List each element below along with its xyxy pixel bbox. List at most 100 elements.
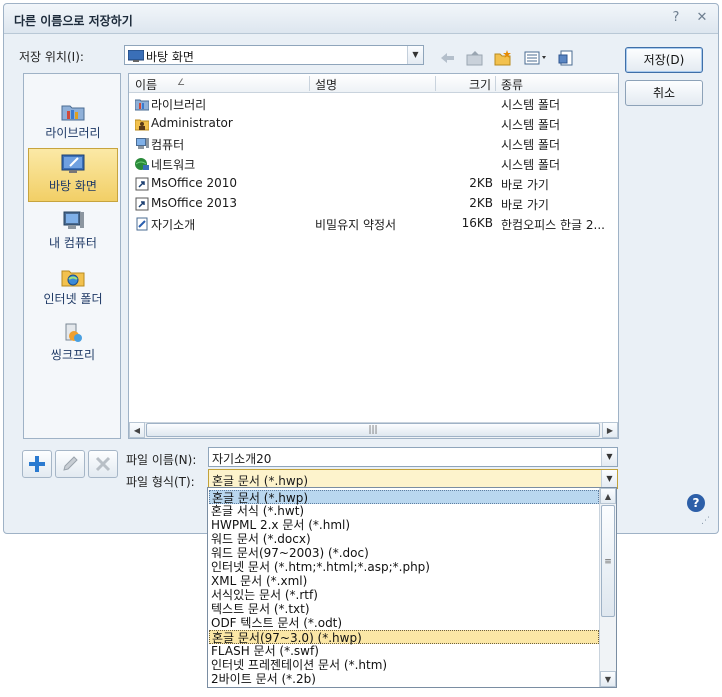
plus-icon (29, 456, 45, 472)
column-size[interactable]: 크기 (469, 76, 491, 93)
place-label: 라이브러리 (45, 126, 101, 140)
place-label: 내 컴퓨터 (49, 236, 97, 250)
filetype-option[interactable]: 인터넷 문서 (*.htm;*.html;*.asp;*.php) (209, 560, 599, 574)
help-icon[interactable]: ? (668, 10, 684, 26)
file-name: MsOffice 2013 (151, 196, 237, 210)
hwp-file-icon (136, 217, 148, 231)
file-row[interactable]: MsOffice 2013 2KB 바로 가기 (133, 194, 617, 214)
chevron-down-icon[interactable]: ▼ (601, 470, 617, 488)
place-thinkfree[interactable]: 씽크프리 (28, 318, 118, 372)
file-name: 네트워크 (151, 158, 196, 172)
vertical-scrollbar[interactable]: ▲ ≡ ▼ (599, 488, 616, 687)
filetype-option[interactable]: 워드 문서(97~2003) (*.doc) (209, 546, 599, 560)
filetype-option[interactable]: XML 문서 (*.xml) (209, 574, 599, 588)
shortcut-icon (135, 177, 149, 191)
user-folder-icon (135, 119, 149, 131)
file-list-header: 이름 ∠ 설명 크기 종류 (129, 74, 618, 93)
delete-icon (95, 456, 111, 472)
up-folder-icon[interactable] (465, 48, 485, 68)
filetype-option[interactable]: FLASH 문서 (*.swf) (209, 644, 599, 658)
title-bar: 다른 이름으로 저장하기 ? ✕ (4, 4, 718, 34)
filename-label: 파일 이름(N): (126, 453, 197, 467)
file-row[interactable]: MsOffice 2010 2KB 바로 가기 (133, 174, 617, 194)
close-icon[interactable]: ✕ (694, 10, 710, 26)
computer-icon (63, 211, 84, 229)
resize-grip-icon[interactable]: ⋰ (701, 516, 710, 526)
file-size: 2KB (469, 176, 493, 190)
save-button[interactable]: 저장(D) (625, 47, 703, 73)
filetype-option[interactable]: 혼글 서식 (*.hwt) (209, 504, 599, 518)
filetype-combo[interactable]: 혼글 문서 (*.hwp) ▼ (208, 469, 618, 489)
pencil-icon (63, 456, 78, 471)
chevron-down-icon[interactable]: ▼ (407, 46, 423, 64)
filetype-option[interactable]: ODF 텍스트 문서 (*.odt) (209, 616, 599, 630)
desktop-icon (61, 154, 85, 173)
filetype-dropdown-list[interactable]: 혼글 문서 (*.hwp) 혼글 서식 (*.hwt) HWPML 2.x 문서… (207, 487, 617, 688)
file-desc: 비밀유지 약정서 (315, 218, 397, 232)
save-as-dialog: 다른 이름으로 저장하기 ? ✕ 저장 위치(I): 바탕 화면 ▼ 라이브러리… (3, 3, 719, 534)
file-type: 시스템 폴더 (501, 118, 561, 132)
computer-icon (136, 138, 149, 149)
scroll-right-icon[interactable]: ▶ (602, 422, 618, 438)
file-row[interactable]: 라이브러리 시스템 폴더 (133, 94, 617, 114)
scroll-thumb[interactable]: ||| (146, 423, 600, 437)
column-type[interactable]: 종류 (501, 76, 523, 93)
place-computer[interactable]: 내 컴퓨터 (28, 206, 118, 260)
file-size: 16KB (461, 216, 493, 230)
add-button[interactable] (22, 450, 52, 478)
filetype-option[interactable]: 혼글 문서(97~3.0) (*.hwp) (209, 630, 599, 645)
shortcut-icon (135, 197, 149, 211)
network-icon (135, 158, 149, 170)
column-desc[interactable]: 설명 (315, 76, 337, 93)
scroll-thumb[interactable]: ≡ (601, 505, 615, 617)
thinkfree-icon (65, 323, 82, 342)
view-menu-icon[interactable] (523, 48, 549, 68)
file-type: 바로 가기 (501, 198, 549, 212)
filetype-option[interactable]: 인터넷 프레젠테이션 문서 (*.htm) (209, 658, 599, 672)
filename-input[interactable]: 자기소개20 (212, 450, 271, 467)
location-label: 저장 위치(I): (19, 50, 84, 64)
file-size: 2KB (469, 196, 493, 210)
filetype-option[interactable]: 텍스트 문서 (*.txt) (209, 602, 599, 616)
column-name[interactable]: 이름 (135, 76, 157, 93)
delete-button[interactable] (88, 450, 118, 478)
scroll-left-icon[interactable]: ◀ (129, 422, 145, 438)
file-list[interactable]: 이름 ∠ 설명 크기 종류 라이브러리 시스템 폴더 Administrator… (128, 73, 619, 439)
horizontal-scrollbar[interactable]: ◀ ||| ▶ (129, 422, 618, 438)
file-name: 컴퓨터 (151, 138, 185, 152)
place-label: 바탕 화면 (49, 179, 97, 193)
library-icon (61, 105, 85, 121)
internet-folder-icon (61, 270, 85, 287)
new-folder-icon[interactable] (493, 48, 513, 68)
file-row[interactable]: 네트워크 시스템 폴더 (133, 154, 617, 174)
scroll-down-icon[interactable]: ▼ (600, 671, 616, 687)
file-type: 시스템 폴더 (501, 138, 561, 152)
filetype-option[interactable]: 워드 문서 (*.docx) (209, 532, 599, 546)
file-type: 한컴오피스 한글 2... (501, 218, 605, 232)
file-row[interactable]: 자기소개 비밀유지 약정서 16KB 한컴오피스 한글 2... (133, 214, 617, 234)
edit-button[interactable] (55, 450, 85, 478)
filetype-option[interactable]: HWPML 2.x 문서 (*.hml) (209, 518, 599, 532)
file-type: 바로 가기 (501, 178, 549, 192)
location-combo[interactable]: 바탕 화면 ▼ (124, 45, 424, 65)
filetype-option[interactable]: 혼글 문서 (*.hwp) (209, 490, 599, 505)
filetype-option[interactable]: 서식있는 문서 (*.rtf) (209, 588, 599, 602)
scroll-up-icon[interactable]: ▲ (600, 488, 616, 504)
filetype-option[interactable]: 2바이트 문서 (*.2b) (209, 672, 599, 686)
file-name: MsOffice 2010 (151, 176, 237, 190)
place-library[interactable]: 라이브러리 (28, 96, 118, 150)
help-icon[interactable]: ? (687, 494, 705, 512)
dialog-title: 다른 이름으로 저장하기 (14, 14, 133, 28)
file-row[interactable]: Administrator 시스템 폴더 (133, 114, 617, 134)
tools-icon[interactable] (556, 48, 576, 68)
location-value: 바탕 화면 (146, 50, 194, 64)
sort-icon: ∠ (177, 78, 186, 88)
place-internet-folder[interactable]: 인터넷 폴더 (28, 262, 118, 316)
file-name: Administrator (151, 116, 233, 130)
file-row[interactable]: 컴퓨터 시스템 폴더 (133, 134, 617, 154)
place-desktop[interactable]: 바탕 화면 (28, 148, 118, 202)
cancel-button[interactable]: 취소 (625, 80, 703, 106)
chevron-down-icon[interactable]: ▼ (601, 448, 617, 466)
back-icon[interactable] (437, 48, 457, 68)
filename-combo[interactable]: 자기소개20 ▼ (208, 447, 618, 467)
